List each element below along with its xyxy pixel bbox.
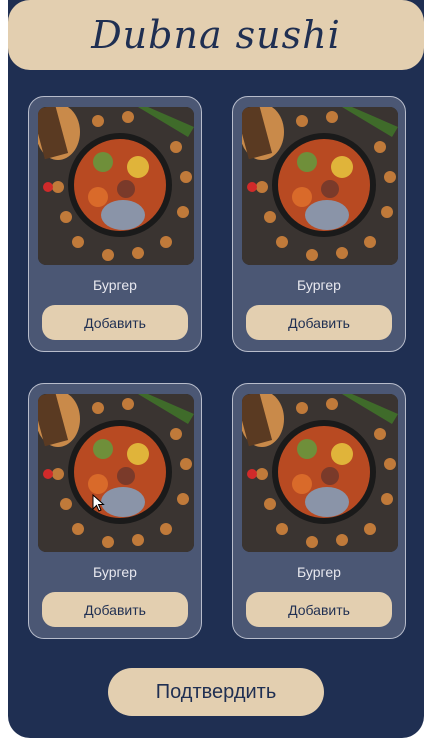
product-card: Бургер Добавить — [232, 96, 406, 352]
product-card: Бургер Добавить — [28, 383, 202, 639]
add-button[interactable]: Добавить — [246, 305, 392, 340]
add-button[interactable]: Добавить — [42, 305, 188, 340]
confirm-button[interactable]: Подтвердить — [108, 668, 324, 716]
product-name: Бургер — [93, 277, 137, 293]
app-container: Dubna sushi Бургер Добавить Бургер Добав… — [8, 0, 424, 738]
product-image[interactable] — [242, 107, 398, 265]
mouse-pointer-icon — [92, 494, 105, 512]
product-image[interactable] — [242, 394, 398, 552]
product-name: Бургер — [93, 564, 137, 580]
header-bar: Dubna sushi — [8, 0, 424, 70]
product-image[interactable] — [38, 107, 194, 265]
product-name: Бургер — [297, 277, 341, 293]
app-title: Dubna sushi — [91, 13, 341, 57]
add-button[interactable]: Добавить — [42, 592, 188, 627]
product-card: Бургер Добавить — [28, 96, 202, 352]
add-button[interactable]: Добавить — [246, 592, 392, 627]
product-name: Бургер — [297, 564, 341, 580]
product-card: Бургер Добавить — [232, 383, 406, 639]
product-image[interactable] — [38, 394, 194, 552]
